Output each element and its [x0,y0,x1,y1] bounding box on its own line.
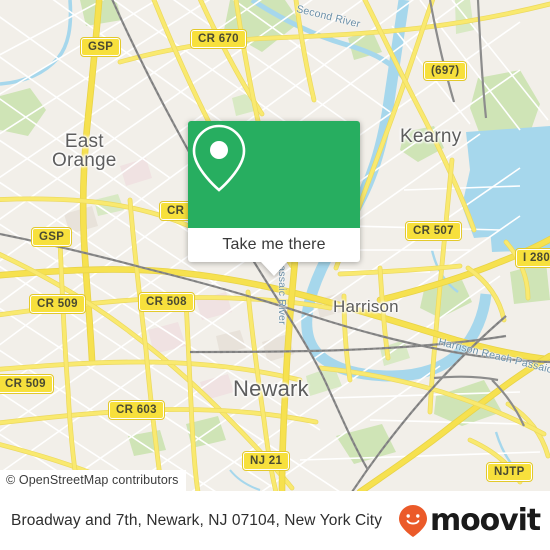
highway-shield-cr-507: CR 507 [405,221,462,241]
location-popup-card[interactable]: Take me there [188,121,360,276]
moovit-wordmark: moovit [429,502,541,538]
highway-shield-cr-670: CR 670 [190,29,247,49]
map-label-newark: Newark [233,376,309,401]
popup-pointer-tail [261,262,287,276]
highway-shield-cr-509-upper: CR 509 [29,294,86,314]
moovit-smiley-pin-icon [398,504,427,537]
take-me-there-button[interactable]: Take me there [188,228,360,262]
highway-shield-i-280: I 280 [514,248,550,268]
highway-shield-cr-509-lower: CR 509 [0,374,54,394]
map-pin-icon [192,124,246,192]
map-attribution[interactable]: © OpenStreetMap contributors [0,470,186,491]
footer-address: Broadway and 7th, Newark, NJ 07104, New … [11,511,383,529]
moovit-brand-logo[interactable]: moovit [398,502,541,538]
map-label-harrison: Harrison [333,297,399,316]
highway-shield-cr-603: CR 603 [108,400,165,420]
map-label-east-orange: East Orange [52,132,117,170]
map-label-kearny: Kearny [400,126,462,147]
highway-shield-cr-508: CR 508 [138,292,195,312]
footer-bar: Broadway and 7th, Newark, NJ 07104, New … [0,491,550,550]
highway-shield-gsp-north: GSP [79,37,122,57]
popup-icon-area [188,121,360,228]
moovit-map-screenshot: .land{fill:#f2efe9} .green{fill:#cfe4b6}… [0,0,550,550]
map-label-line: East [64,131,104,152]
take-me-there-label: Take me there [222,236,326,253]
highway-shield-gsp-south: GSP [30,227,73,247]
highway-shield-nj-21: NJ 21 [241,451,291,471]
map-canvas[interactable]: .land{fill:#f2efe9} .green{fill:#cfe4b6}… [0,0,550,491]
map-label-line: Orange [52,150,117,171]
highway-shield-njtp: NJTP [486,462,533,482]
highway-shield-697: (697) [422,61,468,81]
